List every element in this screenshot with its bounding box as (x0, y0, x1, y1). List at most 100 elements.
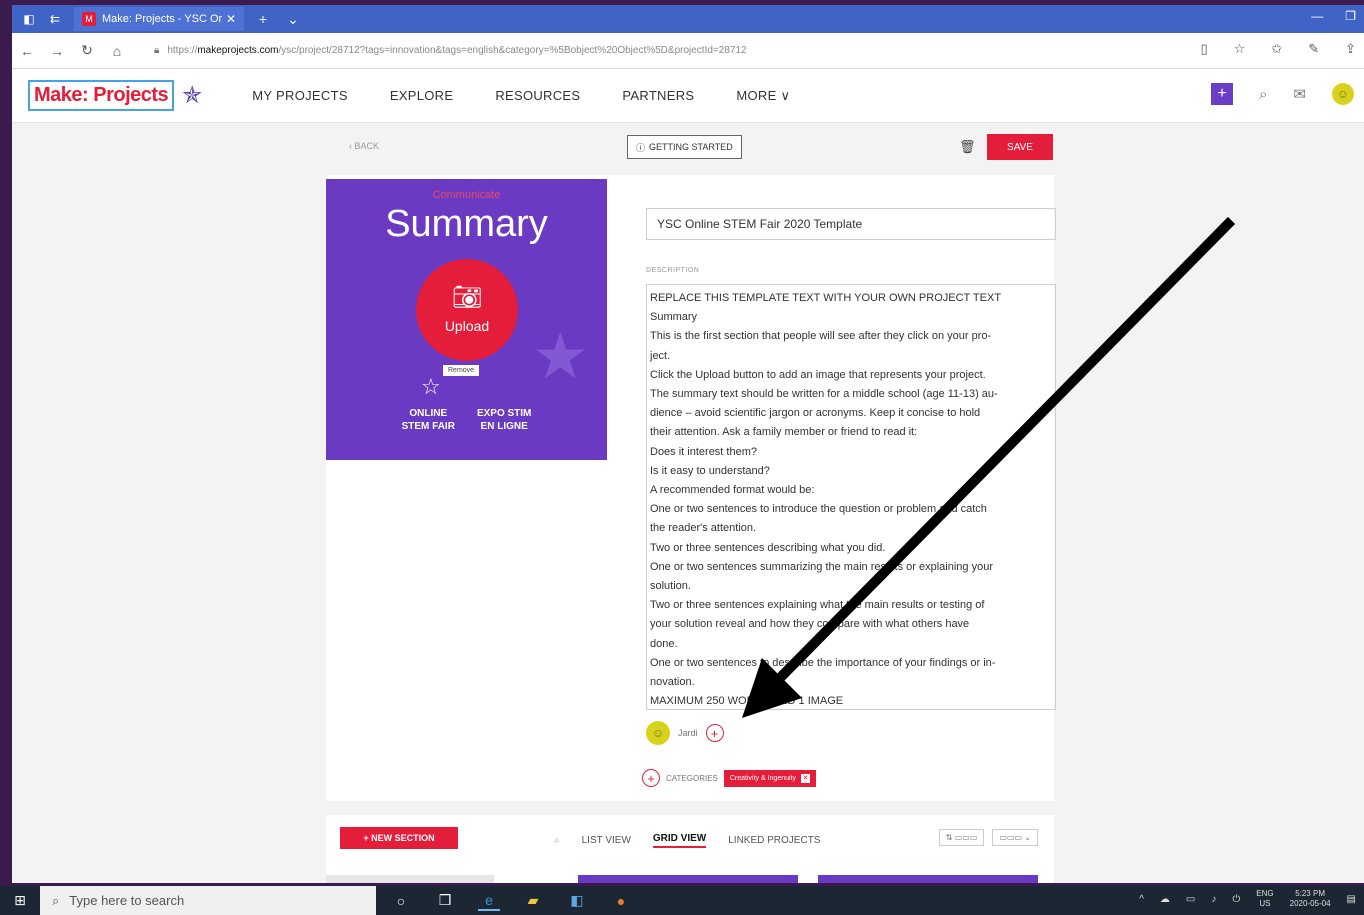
description-line: One or two sentences to introduce the qu… (650, 503, 987, 516)
search-sections-icon[interactable]: ⌕ (554, 835, 560, 846)
description-line: Two or three sentences explaining what t… (650, 599, 985, 612)
nav-explore[interactable]: EXPLORE (390, 88, 454, 104)
add-category-icon[interactable]: + (642, 769, 660, 787)
nav-resources[interactable]: RESOURCES (495, 88, 580, 104)
tab-actions-icon[interactable]: ◧ (20, 12, 38, 26)
network-icon[interactable]: ▭ (1186, 894, 1195, 905)
info-icon: ⓘ (636, 142, 646, 153)
refresh-icon[interactable]: ↻ (72, 42, 102, 59)
description-line: Summary (650, 311, 698, 324)
reading-view-icon[interactable]: ▯ (1200, 41, 1207, 57)
description-line: their attention. Ask a family member or … (650, 426, 918, 439)
back-arrow-icon[interactable]: ← (12, 43, 42, 59)
description-line: One or two sentences summarizing the mai… (650, 560, 993, 573)
maximize-icon[interactable]: ❐ (1345, 9, 1356, 23)
upload-button[interactable]: 📷︎ Upload (416, 259, 518, 361)
home-icon[interactable]: ⌂ (102, 43, 132, 59)
description-line: novation. (650, 676, 695, 689)
description-line: A recommended format would be: (650, 484, 815, 497)
firefox-icon[interactable]: ● (610, 891, 632, 911)
trash-icon[interactable]: 🗑︎ (959, 139, 976, 155)
getting-started-label: GETTING STARTED (649, 142, 733, 152)
description-line: This is the first section that people wi… (650, 330, 992, 343)
task-view-icon[interactable]: ❒ (434, 891, 456, 911)
remove-category-icon[interactable]: ✕ (801, 773, 811, 783)
tab-linked-projects[interactable]: LINKED PROJECTS (728, 835, 820, 846)
taskbar-search-placeholder: Type here to search (69, 893, 185, 908)
edge-browser-icon[interactable]: e (478, 891, 500, 911)
power-icon[interactable]: ⏻ (1232, 894, 1240, 905)
clock[interactable]: 5:23 PM 2020-05-04 (1290, 889, 1331, 910)
section-thumbnail[interactable] (578, 875, 798, 883)
reorder-button[interactable]: ⇅ ▭▭▭ (938, 829, 985, 846)
site-header: Make: Projects ✯ MY PROJECTS EXPLORE RES… (12, 69, 1364, 123)
back-link[interactable]: ‹ BACK (349, 141, 379, 151)
notifications-icon[interactable]: ▤ (1347, 894, 1356, 905)
taskbar-search-box[interactable]: ⌕ Type here to search (40, 886, 376, 915)
save-button[interactable]: SAVE (987, 134, 1053, 160)
windows-taskbar: ⊞ ⌕ Type here to search ○ ❒ e ▰ ◧ ● ^ ☁ … (0, 886, 1364, 915)
pen-icon[interactable]: ✎ (1308, 41, 1319, 57)
input-language[interactable]: ENG US (1256, 889, 1273, 910)
forward-arrow-icon[interactable]: → (42, 43, 72, 59)
remove-image-button[interactable]: Remove (443, 365, 480, 376)
store-icon[interactable]: ◧ (566, 891, 588, 911)
make-favicon-icon: M (82, 12, 96, 26)
description-line: Does it interest them? (650, 445, 757, 458)
search-icon[interactable]: ⌕ (1259, 86, 1267, 103)
volume-icon[interactable]: ♪ (1211, 894, 1216, 905)
nav-more[interactable]: MORE ∨ (736, 88, 790, 104)
onedrive-icon[interactable]: ☁ (1160, 894, 1170, 905)
description-textarea[interactable]: REPLACE THIS TEMPLATE TEXT WITH YOUR OWN… (646, 284, 1056, 710)
section-thumbnail[interactable] (326, 875, 494, 883)
nav-my-projects[interactable]: MY PROJECTS (252, 88, 348, 104)
add-collaborator-icon[interactable]: + (705, 724, 724, 742)
category-chip[interactable]: Creativity & Ingenuity ✕ (723, 769, 817, 787)
windows-start-icon[interactable]: ⊞ (0, 886, 40, 915)
category-chip-label: Creativity & Ingenuity (729, 774, 797, 782)
clock-date: 2020-05-04 (1289, 899, 1331, 909)
tab-list-icon[interactable]: ⌄ (282, 11, 304, 28)
minimize-icon[interactable]: — (1311, 9, 1323, 23)
url-path: /ysc/project/28712?tags=innovation&tags=… (278, 45, 747, 56)
tab-grid-view[interactable]: GRID VIEW (652, 833, 707, 848)
file-explorer-icon[interactable]: ▰ (522, 891, 544, 911)
browser-tab-bar: ◧ ⇇ M Make: Projects - YSC Or ✕ + ⌄ — ❐ (12, 5, 1364, 33)
close-tab-icon[interactable]: ✕ (226, 12, 236, 26)
url-field[interactable]: 🔒︎ https://makeprojects.com/ysc/project/… (146, 39, 1106, 63)
getting-started-button[interactable]: ⓘ GETTING STARTED (627, 135, 742, 159)
main-nav: MY PROJECTS EXPLORE RESOURCES PARTNERS M… (252, 88, 790, 104)
summary-tag: Communicate (432, 189, 501, 201)
collaborator-name[interactable]: Jardi (678, 728, 698, 738)
favorite-star-icon[interactable]: ☆ (1234, 41, 1246, 57)
description-line: your solution reveal and how they compar… (650, 618, 970, 631)
project-summary-card: ★ Communicate Summary 📷︎ Upload Remove ☆… (326, 175, 1056, 801)
browser-tab[interactable]: M Make: Projects - YSC Or ✕ (74, 7, 244, 31)
new-tab-icon[interactable]: + (252, 11, 274, 27)
description-line: the reader's attention. (650, 522, 757, 535)
address-bar: ← → ↻ ⌂ 🔒︎ https://makeprojects.com/ysc/… (12, 33, 1364, 69)
user-avatar[interactable]: ☺ (1332, 83, 1354, 105)
new-section-button[interactable]: + NEW SECTION (340, 827, 458, 849)
mail-icon[interactable]: ✉ (1293, 85, 1306, 103)
favorites-icon[interactable]: ✩ (1271, 41, 1282, 57)
url-domain: makeprojects.com (197, 45, 279, 56)
description-line: Two or three sentences describing what y… (650, 541, 886, 554)
make-projects-logo[interactable]: Make: Projects (28, 80, 175, 111)
cortana-icon[interactable]: ○ (390, 891, 412, 911)
description-line: REPLACE THIS TEMPLATE TEXT WITH YOUR OWN… (650, 292, 1002, 304)
ysc-star-icon: ✯ (182, 82, 203, 109)
show-hidden-icons-icon[interactable]: ^ (1139, 894, 1144, 905)
collaborator-avatar[interactable]: ☺ (646, 721, 670, 745)
tab-title: Make: Projects - YSC Or (102, 13, 223, 25)
tab-list-view[interactable]: LIST VIEW (582, 835, 631, 846)
sections-bar: + NEW SECTION ⌕ LIST VIEW GRID VIEW LINK… (326, 815, 1054, 883)
project-title-field[interactable]: YSC Online STEM Fair 2020 Template (646, 208, 1056, 240)
set-tabs-aside-icon[interactable]: ⇇ (46, 12, 64, 26)
region-code: US (1259, 899, 1271, 909)
create-plus-button[interactable]: + (1211, 83, 1234, 105)
share-icon[interactable]: ⇪ (1345, 41, 1356, 57)
sort-dropdown[interactable]: ▭▭▭ ⌄ (992, 829, 1038, 846)
nav-partners[interactable]: PARTNERS (622, 88, 694, 104)
section-thumbnail[interactable] (818, 875, 1038, 883)
